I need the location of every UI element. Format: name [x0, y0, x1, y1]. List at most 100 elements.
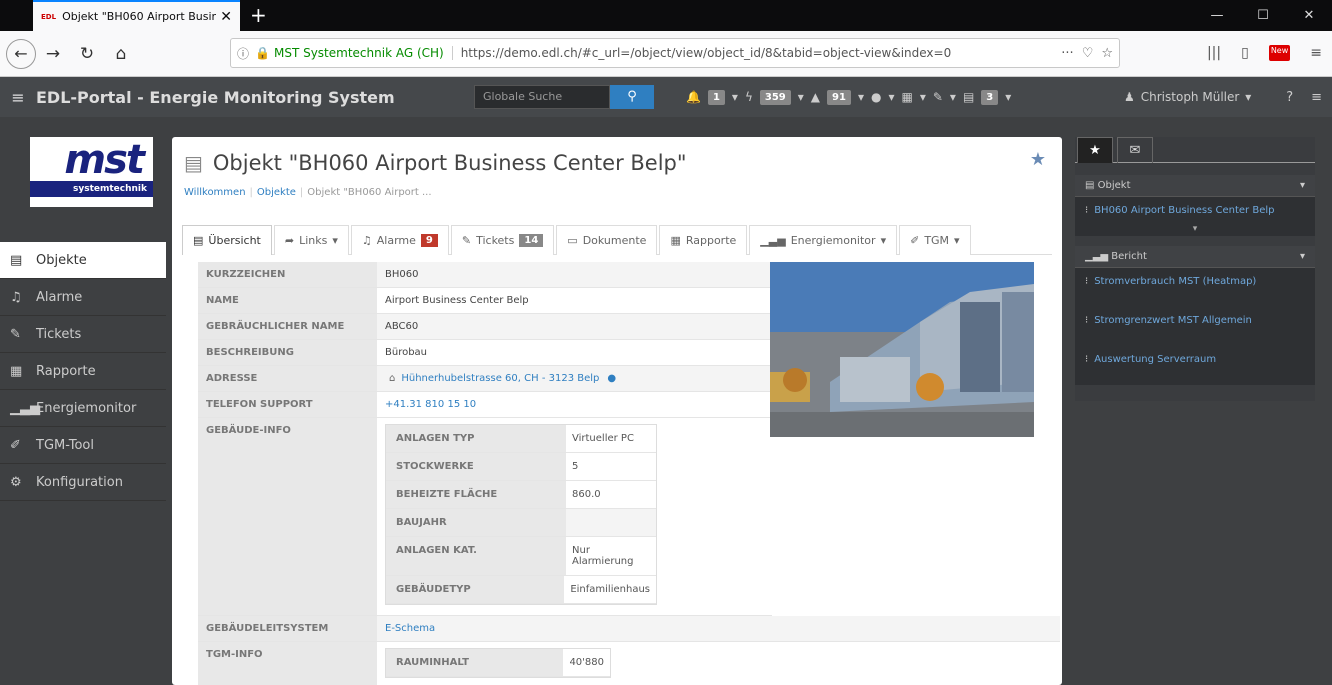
bolt-icon[interactable]: ϟ: [745, 90, 753, 104]
reload-icon[interactable]: ↻: [70, 44, 104, 64]
tab-tickets[interactable]: ✎ Tickets 14: [450, 225, 555, 255]
aside-expand-icon[interactable]: ▾: [1075, 224, 1315, 236]
tab-rapporte[interactable]: ▦ Rapporte: [659, 225, 748, 255]
sidebar-item-energiemonitor[interactable]: ▁▃▅ Energiemonitor: [0, 390, 166, 427]
search-button[interactable]: ⚲: [610, 85, 654, 109]
tab-links[interactable]: ➦ Links ▾: [273, 225, 349, 255]
breadcrumb-willkommen[interactable]: Willkommen: [184, 187, 246, 198]
global-search-input[interactable]: Globale Suche: [474, 85, 610, 109]
document-badge[interactable]: 3: [981, 89, 999, 105]
tab-uebersicht[interactable]: ▤ Übersicht: [182, 225, 272, 255]
sidebar-item-alarme[interactable]: ♫ Alarme: [0, 279, 166, 316]
chevron-down-icon[interactable]: ▾: [950, 90, 956, 104]
grid-icon[interactable]: ▦: [901, 90, 912, 104]
circle-icon[interactable]: ●: [871, 90, 881, 104]
url-bar[interactable]: ⓘ 🔒 MST Systemtechnik AG (CH) https://de…: [230, 38, 1120, 68]
favorite-star-icon[interactable]: ★: [1030, 149, 1046, 170]
sidebar-icon[interactable]: ▯: [1241, 45, 1249, 61]
tab-tgm[interactable]: ✐ TGM ▾: [899, 225, 971, 255]
sidebar-item-label: TGM-Tool: [36, 437, 94, 453]
chevron-down-icon[interactable]: ▾: [858, 90, 864, 104]
new-tab-icon[interactable]: +: [250, 3, 267, 27]
side-menu-icon[interactable]: ≡: [1311, 90, 1322, 105]
field-label: KURZZEICHEN: [198, 262, 377, 287]
table-row: NAME Airport Business Center Belp: [198, 288, 772, 314]
forward-icon[interactable]: →: [36, 44, 70, 64]
aside-link-heatmap[interactable]: ⁝ Stromverbrauch MST (Heatmap): [1075, 268, 1315, 307]
map-marker-icon[interactable]: ●: [607, 373, 616, 384]
aside-link-text: Auswertung Serverraum: [1094, 354, 1217, 365]
bell-badge[interactable]: 1: [707, 89, 725, 105]
minimize-icon[interactable]: —: [1194, 0, 1240, 31]
aside-section-bericht[interactable]: ▁▃▅ Bericht ▾: [1075, 246, 1315, 268]
wrench-icon: ✐: [910, 234, 920, 247]
warning-icon[interactable]: ▲: [811, 90, 820, 104]
sidebar-item-konfiguration[interactable]: ⚙ Konfiguration: [0, 464, 166, 501]
chevron-down-icon: ▾: [954, 234, 960, 247]
sidebar-item-label: Tickets: [36, 326, 82, 342]
favorites-tab-star-icon[interactable]: ★: [1077, 137, 1113, 163]
comments-tab-icon[interactable]: ✉: [1117, 137, 1153, 163]
tab-alarme[interactable]: ♫ Alarme 9: [350, 225, 449, 255]
field-value: [566, 509, 656, 536]
breadcrumb-separator: |: [249, 187, 253, 198]
lock-icon: 🔒: [255, 46, 270, 60]
home-icon[interactable]: ⌂: [104, 44, 138, 64]
new-badge-icon[interactable]: New: [1268, 45, 1291, 61]
breadcrumb-objekte[interactable]: Objekte: [257, 187, 296, 198]
sidebar-item-tgm-tool[interactable]: ✐ TGM-Tool: [0, 427, 166, 464]
browser-chrome: EDL Objekt "BH060 Airport Business Cente…: [0, 0, 1332, 77]
browser-tab[interactable]: EDL Objekt "BH060 Airport Business Cente…: [33, 0, 240, 31]
alarm-count-badge: 9: [420, 234, 438, 247]
phone-link[interactable]: +41.31 810 15 10: [385, 399, 476, 410]
chevron-down-icon[interactable]: ▾: [798, 90, 804, 104]
sidebar-item-objekte[interactable]: ▤ Objekte: [0, 242, 166, 279]
help-icon[interactable]: ?: [1286, 90, 1293, 105]
ticket-icon[interactable]: ✎: [933, 90, 943, 104]
sidebar-item-rapporte[interactable]: ▦ Rapporte: [0, 353, 166, 390]
aside-section-label: ▁▃▅ Bericht: [1085, 251, 1147, 262]
bell-icon[interactable]: 🔔: [686, 90, 701, 104]
bookmark-star-icon[interactable]: ☆: [1101, 46, 1113, 61]
user-menu[interactable]: ♟ Christoph Müller ▾: [1124, 77, 1251, 117]
aside-link-stromgrenzwert[interactable]: ⁝ Stromgrenzwert MST Allgemein: [1075, 307, 1315, 346]
tab-dokumente[interactable]: ▭ Dokumente: [556, 225, 658, 255]
close-window-icon[interactable]: ✕: [1286, 0, 1332, 31]
warning-badge[interactable]: 91: [827, 89, 851, 105]
chevron-down-icon: ▾: [1299, 251, 1305, 262]
chevron-down-icon[interactable]: ▾: [1005, 90, 1011, 104]
field-label: GEBÄUDE-INFO: [198, 418, 377, 615]
building-photo-image: [770, 262, 1034, 437]
menu-icon[interactable]: ≡: [1310, 45, 1322, 61]
building-icon: ▤: [193, 234, 204, 247]
maximize-icon[interactable]: ☐: [1240, 0, 1286, 31]
tab-label: TGM: [924, 234, 950, 247]
address-link[interactable]: Hühnerhubelstrasse 60, CH - 3123 Belp: [401, 373, 599, 384]
tgm-info-subtable: RAUMINHALT 40'880: [385, 648, 611, 678]
more-icon[interactable]: ···: [1061, 46, 1073, 61]
site-identity[interactable]: MST Systemtechnik AG (CH): [274, 46, 453, 60]
chevron-down-icon[interactable]: ▾: [732, 90, 738, 104]
library-icon[interactable]: |||: [1207, 45, 1221, 61]
chevron-down-icon[interactable]: ▾: [920, 90, 926, 104]
e-schema-link[interactable]: E-Schema: [385, 623, 435, 634]
aside-head-text: Objekt: [1097, 180, 1131, 191]
address-value: ⌂ Hühnerhubelstrasse 60, CH - 3123 Belp ●: [377, 366, 772, 391]
close-tab-icon[interactable]: ✕: [220, 9, 232, 25]
aside-link-serverraum[interactable]: ⁝ Auswertung Serverraum: [1075, 346, 1315, 385]
aside-section-objekt[interactable]: ▤ Objekt ▾: [1075, 175, 1315, 197]
bar-chart-icon: ▁▃▅: [10, 400, 40, 416]
aside-link-bh060[interactable]: ⁝ BH060 Airport Business Center Belp: [1075, 197, 1315, 224]
chevron-down-icon[interactable]: ▾: [888, 90, 894, 104]
sidebar-item-tickets[interactable]: ✎ Tickets: [0, 316, 166, 353]
back-icon[interactable]: ←: [6, 38, 36, 69]
tab-energiemonitor[interactable]: ▁▃▅ Energiemonitor ▾: [749, 225, 898, 255]
url-text[interactable]: https://demo.edl.ch/#c_url=/object/view/…: [461, 46, 1054, 60]
info-icon[interactable]: ⓘ: [237, 45, 249, 62]
tab-label: Rapporte: [685, 234, 737, 247]
document-icon[interactable]: ▤: [963, 90, 974, 104]
hamburger-icon[interactable]: ≡: [0, 88, 36, 107]
favicon: EDL: [41, 12, 57, 21]
pocket-icon[interactable]: ♡: [1082, 46, 1094, 61]
bolt-badge[interactable]: 359: [759, 89, 791, 105]
